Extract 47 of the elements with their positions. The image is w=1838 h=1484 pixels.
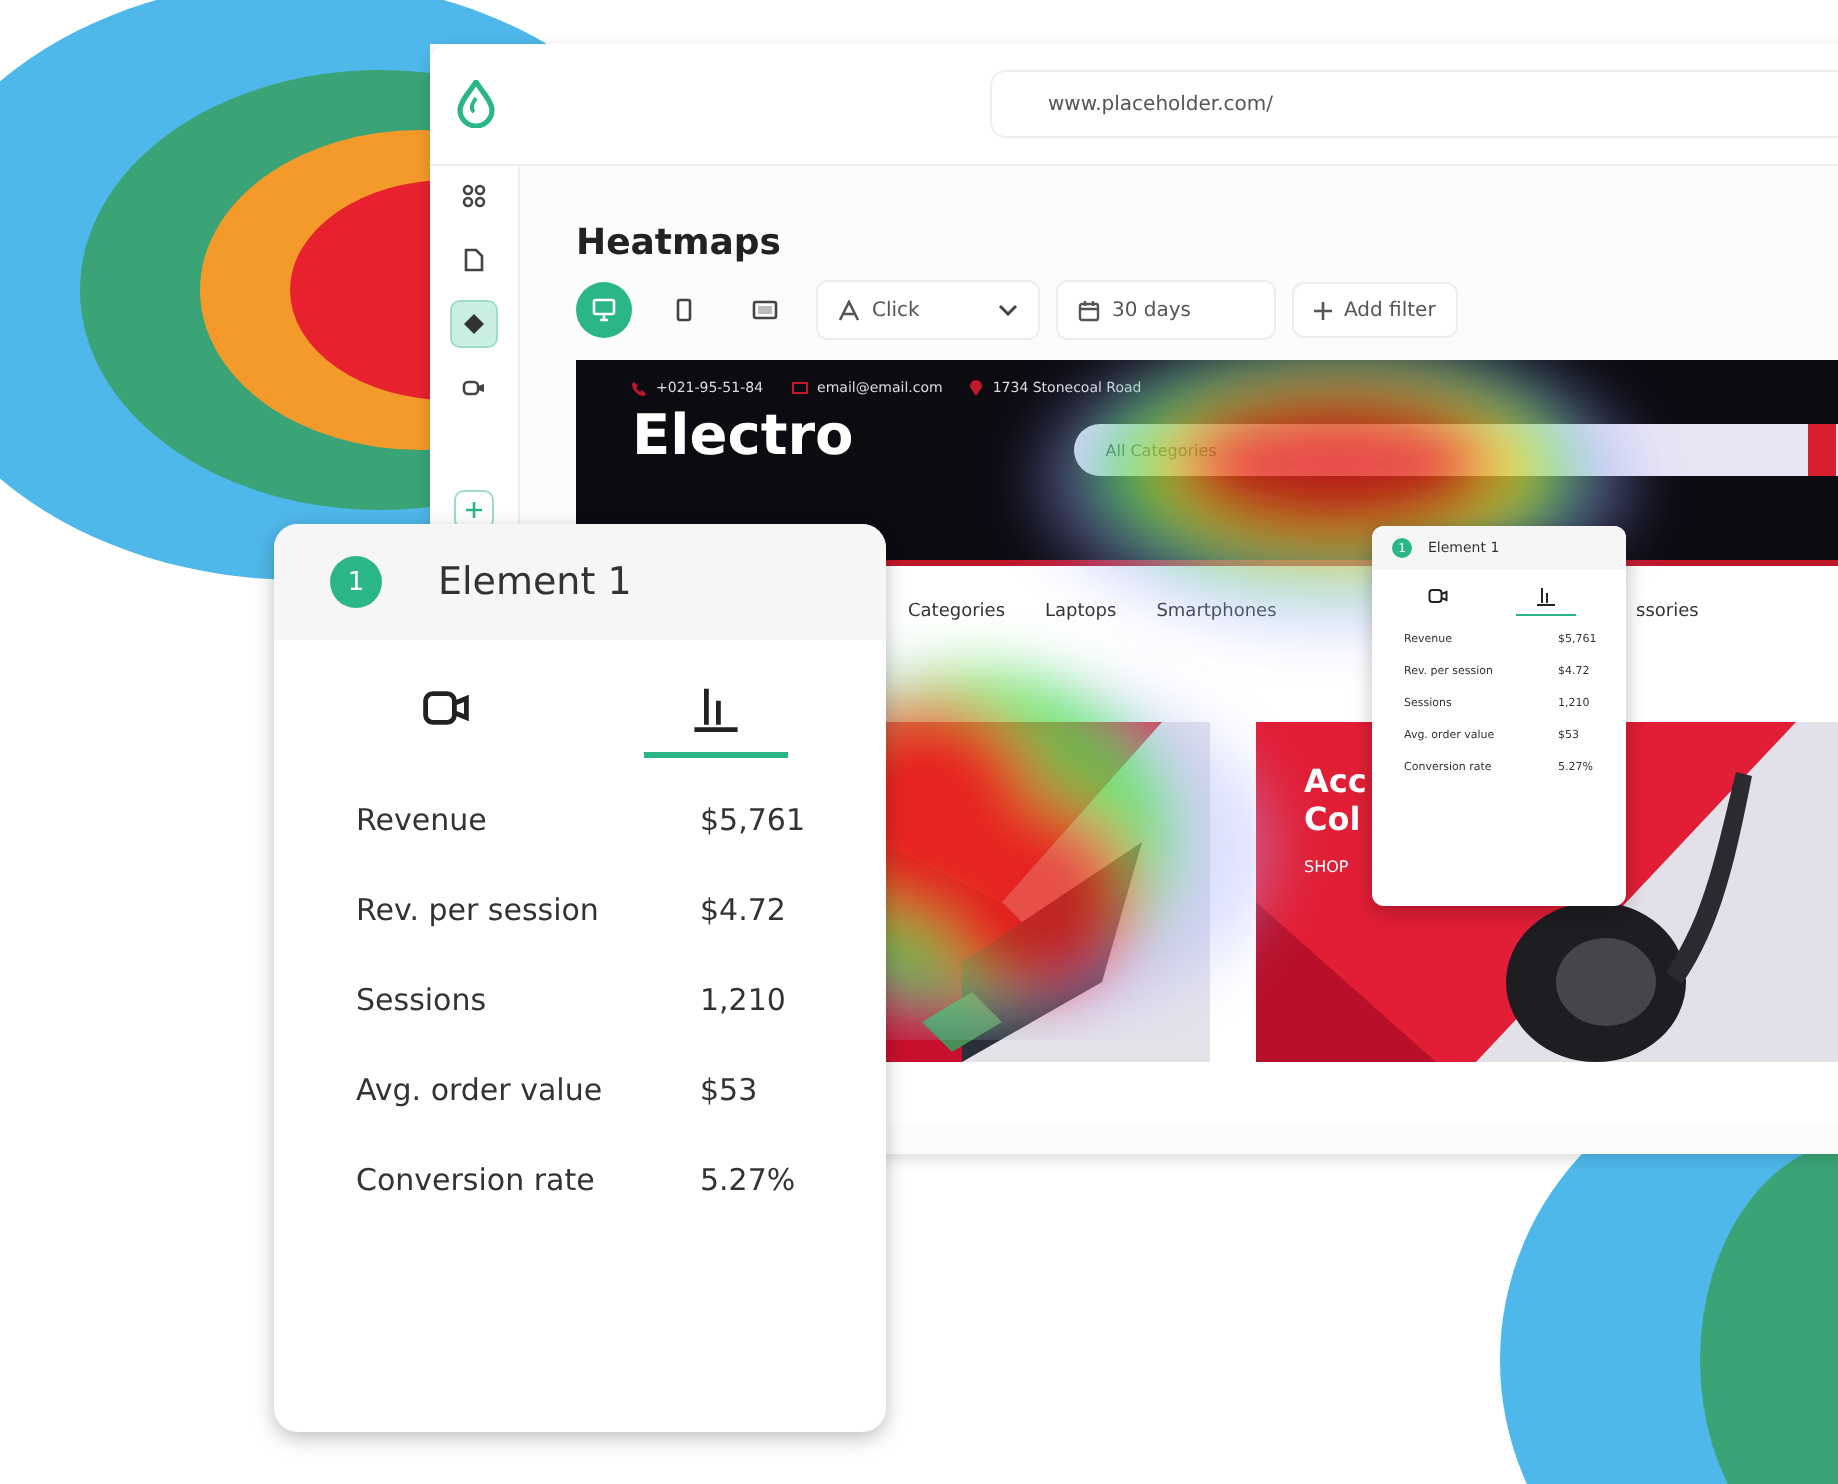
card-title: Element 1 [438,560,632,604]
banner-title: Acc [1304,762,1367,800]
nav-link[interactable]: Laptops [1045,601,1117,621]
mail-icon [791,382,808,394]
plus-icon [1314,301,1332,319]
camera-icon [462,378,486,398]
drop-logo-icon [455,80,495,128]
metric-value: $4.72 [700,892,788,928]
url-field[interactable]: www.placeholder.com/ [990,70,1838,138]
shop-link[interactable]: SHOP [1304,858,1367,876]
number-badge: 1 [330,556,382,608]
banner-title: Col [1304,800,1363,838]
chevron-down-icon [998,304,1018,316]
calendar-icon [1078,299,1100,321]
page-title: Heatmaps [576,222,784,264]
site-logo: Electro [632,401,854,467]
tablet-icon [751,300,777,320]
metric-value: $53 [700,1072,760,1108]
nav-link[interactable]: Categories [908,601,1006,621]
bar-chart-icon [1536,586,1556,606]
metric-value: $5,761 [700,802,807,838]
cursor-icon [838,299,860,321]
plus-icon [466,502,482,518]
nav-link[interactable]: ssories [1636,601,1699,621]
date-range-field[interactable]: 30 days [1056,280,1276,340]
grid-icon [462,184,486,208]
monitor-icon [592,298,616,322]
sidebar-item[interactable] [452,302,496,346]
bar-chart-icon [692,684,740,732]
phone-icon [632,381,646,395]
card-tab[interactable] [1516,586,1576,616]
add-filter-button[interactable]: Add filter [1292,282,1458,338]
event-select[interactable]: Click [816,280,1040,340]
diamond-icon [464,314,484,334]
metric-value: 1,210 [700,982,788,1018]
video-camera-icon [1428,586,1448,606]
nav-link[interactable]: Smartphones [1156,601,1277,621]
metric-label: Sessions [356,982,487,1018]
card-tab[interactable] [644,684,788,758]
metric-value: 5.27% [700,1162,798,1198]
phone-icon [676,298,692,322]
metric-label: Avg. order value [356,1072,603,1108]
pin-icon [970,380,983,396]
metric-label: Revenue [356,802,487,838]
metric-label: Conversion rate [356,1162,595,1198]
document-icon [464,248,484,272]
metric-label: Rev. per session [356,892,599,928]
